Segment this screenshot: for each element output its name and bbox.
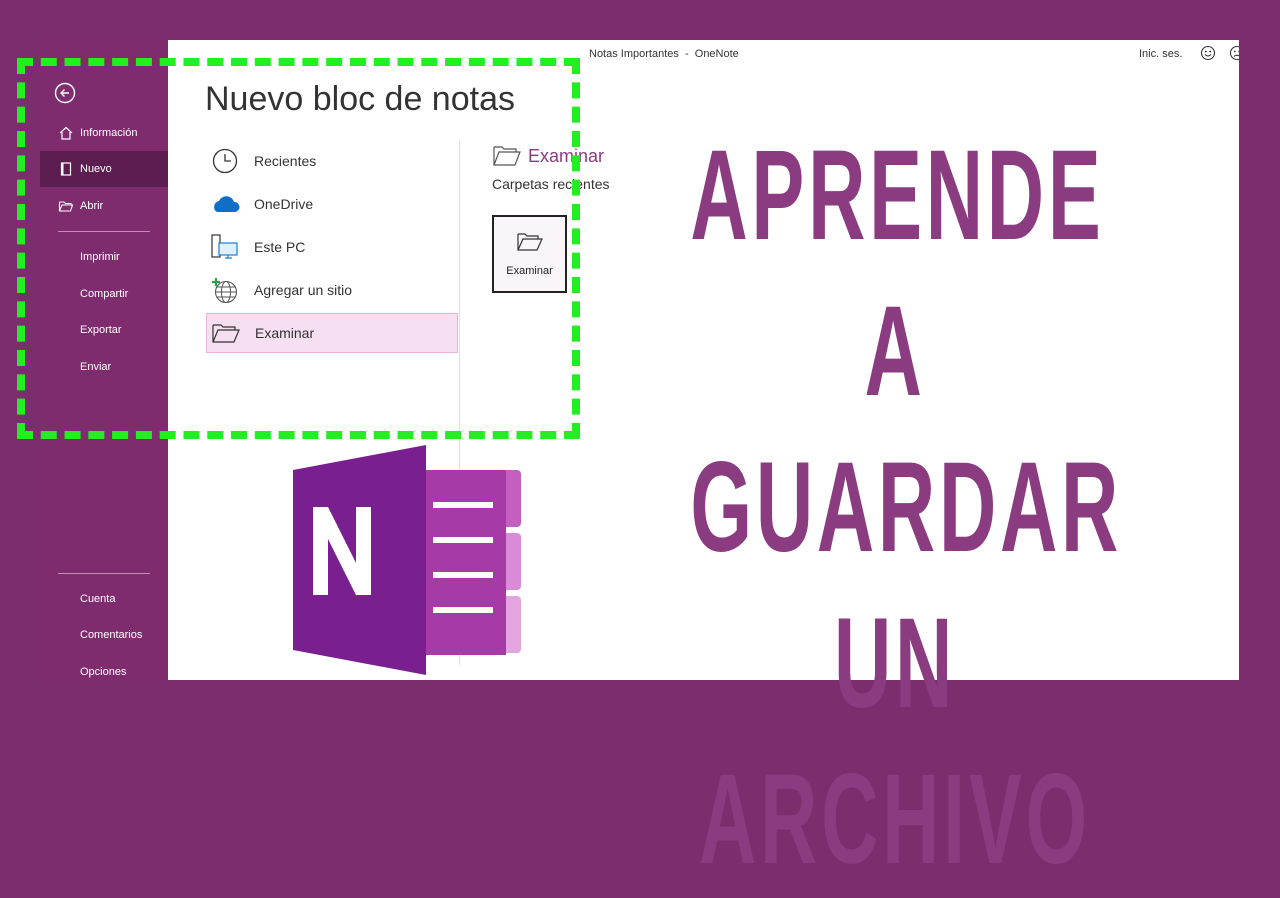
browse-tile[interactable]: Examinar	[492, 215, 567, 293]
window-title: Notas Importantes - OneNote	[589, 48, 739, 60]
sidebar-item-label: Comentarios	[80, 629, 143, 641]
sidebar-item-nuevo[interactable]: Nuevo	[40, 151, 168, 187]
sidebar-item-label: Compartir	[80, 288, 129, 300]
sidebar-item-label: Imprimir	[80, 251, 120, 263]
sidebar-item-compartir[interactable]: Compartir	[40, 276, 168, 312]
sidebar-item-label: Nuevo	[80, 163, 112, 175]
location-agregar-sitio[interactable]: Agregar un sitio	[206, 271, 458, 309]
location-label: Recientes	[254, 153, 317, 169]
headline-line: APRENDE A	[690, 124, 1105, 423]
location-label: Agregar un sitio	[254, 282, 353, 298]
sidebar-item-informacion[interactable]: Información	[40, 115, 168, 151]
page-title: Nuevo bloc de notas	[205, 80, 515, 118]
folder-open-icon	[58, 201, 74, 212]
sidebar-item-label: Información	[80, 127, 138, 139]
headline-line: ARCHIVO	[699, 748, 1091, 891]
location-onedrive[interactable]: OneDrive	[206, 185, 458, 223]
home-icon	[59, 126, 73, 140]
title-bar: Notas Importantes - OneNote Inic. ses. ?	[168, 40, 1239, 68]
sidebar-item-label: Opciones	[80, 666, 127, 678]
sidebar-item-cuenta[interactable]: Cuenta	[40, 581, 168, 617]
folder-open-icon	[493, 146, 521, 166]
sidebar-item-abrir[interactable]: Abrir	[40, 188, 168, 224]
folder-open-icon	[517, 233, 543, 251]
sidebar-divider	[58, 231, 150, 232]
location-examinar[interactable]: Examinar	[206, 313, 458, 353]
globe-add-icon	[210, 276, 240, 304]
folder-open-icon	[211, 319, 241, 347]
frown-icon[interactable]	[1229, 45, 1239, 61]
computer-icon	[210, 233, 240, 261]
backstage-sidebar: Información Nuevo Abrir Imprimir Compart…	[40, 40, 168, 680]
headline-line: GUARDAR UN	[690, 436, 1123, 735]
signin-link[interactable]: Inic. ses.	[1139, 48, 1182, 60]
clock-icon	[210, 147, 240, 175]
smiley-icon[interactable]	[1200, 45, 1216, 61]
onenote-logo-icon	[293, 445, 521, 675]
sidebar-item-opciones[interactable]: Opciones	[40, 654, 168, 680]
location-label: Examinar	[255, 325, 315, 341]
location-label: OneDrive	[254, 196, 314, 212]
sidebar-item-label: Exportar	[80, 324, 122, 336]
location-recientes[interactable]: Recientes	[206, 142, 458, 180]
new-notebook-icon	[60, 162, 72, 176]
sidebar-item-exportar[interactable]: Exportar	[40, 312, 168, 348]
sidebar-item-label: Abrir	[80, 200, 104, 212]
sidebar-item-label: Enviar	[80, 361, 112, 373]
sidebar-item-imprimir[interactable]: Imprimir	[40, 239, 168, 275]
headline-overlay: APRENDE A GUARDAR UN ARCHIVO	[565, 118, 1225, 898]
location-este-pc[interactable]: Este PC	[206, 228, 458, 266]
browse-tile-label: Examinar	[506, 265, 553, 277]
sidebar-divider	[58, 573, 150, 574]
cloud-icon	[210, 190, 240, 218]
sidebar-item-comentarios[interactable]: Comentarios	[40, 617, 168, 653]
location-label: Este PC	[254, 239, 306, 255]
sidebar-item-label: Cuenta	[80, 593, 116, 605]
sidebar-item-enviar[interactable]: Enviar	[40, 349, 168, 385]
back-arrow-icon[interactable]	[54, 82, 76, 104]
